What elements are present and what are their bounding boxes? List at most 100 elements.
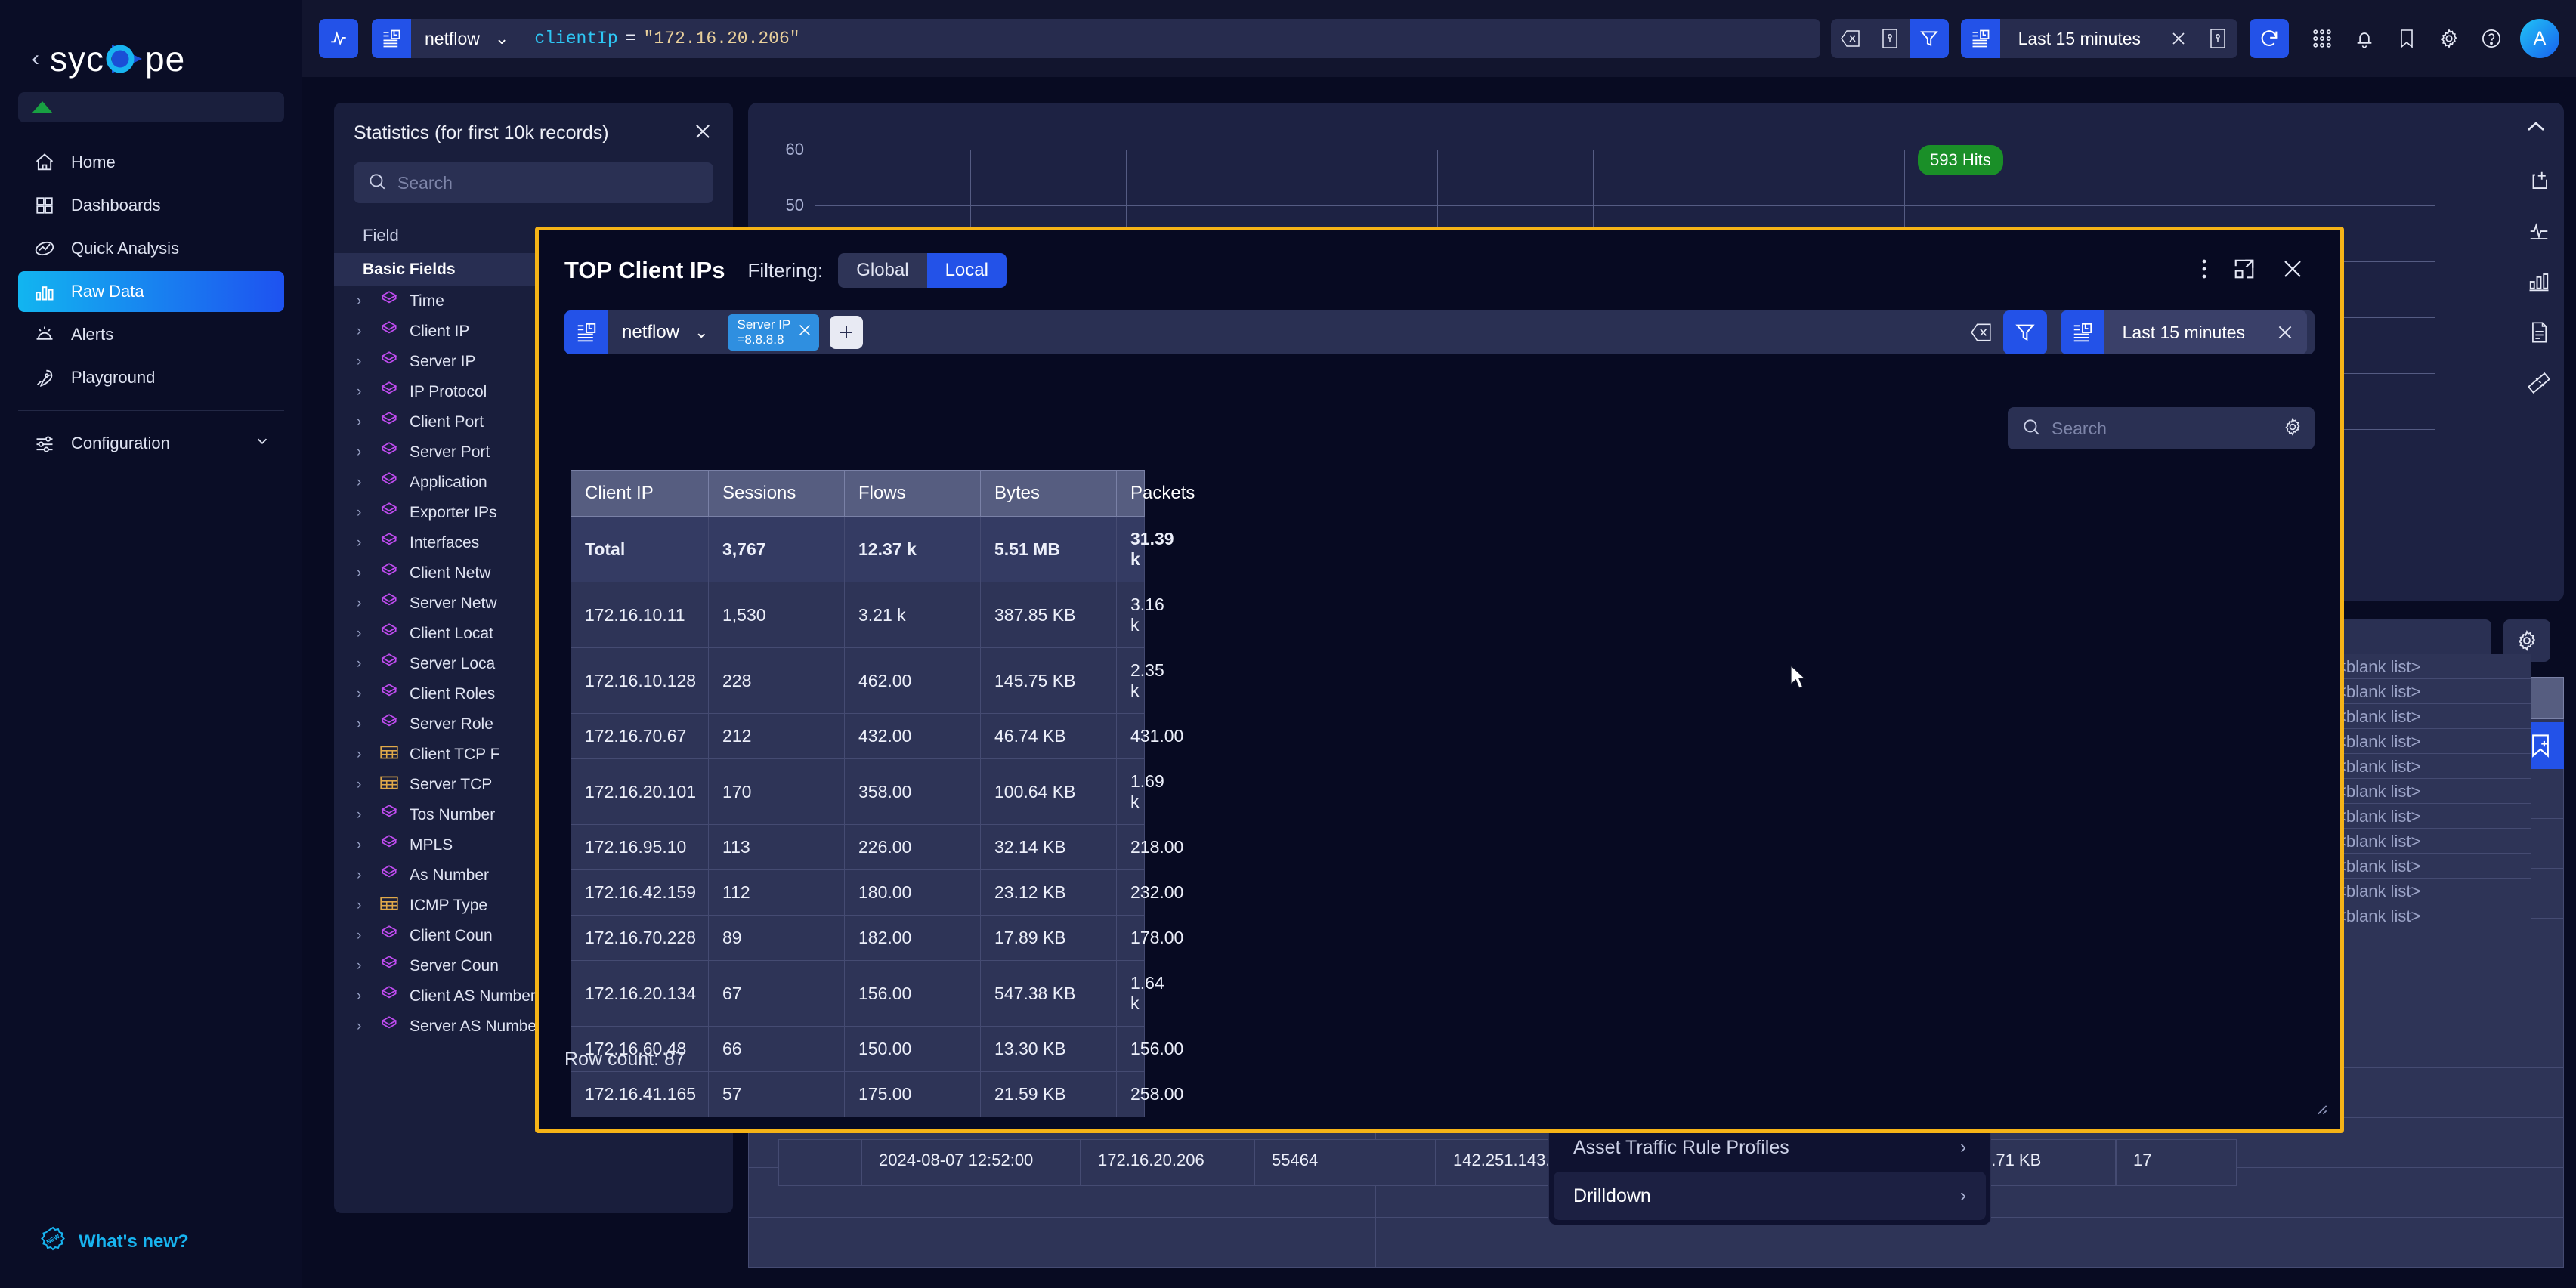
background-table-row[interactable]: 2024-08-07 12:52:00 172.16.20.206 55464 …	[778, 1139, 1602, 1186]
chevron-right-icon[interactable]: ›	[357, 565, 369, 582]
modal-time-range-selector[interactable]: Last 15 minutes	[2060, 310, 2307, 354]
datasource-icon[interactable]	[372, 19, 411, 58]
ruler-icon[interactable]	[2527, 372, 2551, 398]
time-preset-icon[interactable]	[1960, 19, 2000, 58]
chevron-right-icon[interactable]: ›	[357, 444, 369, 461]
chevron-right-icon[interactable]: ›	[357, 535, 369, 551]
table-total-row[interactable]: Total 3,767 12.37 k 5.51 MB 31.39 k	[571, 516, 2309, 582]
chevron-right-icon[interactable]: ›	[357, 837, 369, 854]
resize-grip-icon[interactable]	[2310, 1098, 2330, 1122]
refresh-button[interactable]	[2250, 19, 2289, 58]
document-icon[interactable]	[2528, 321, 2550, 347]
chevron-right-icon[interactable]: ›	[357, 867, 369, 884]
chevron-right-icon[interactable]: ›	[357, 323, 369, 340]
save-icon[interactable]	[1870, 19, 1910, 58]
chevron-right-icon[interactable]: ›	[357, 958, 369, 974]
plus-icon[interactable]	[830, 316, 864, 349]
close-icon[interactable]	[796, 322, 813, 343]
add-widget-icon[interactable]	[2528, 169, 2550, 196]
chevron-down-icon[interactable]: ⌄	[495, 29, 509, 48]
chevron-right-icon[interactable]: ›	[357, 686, 369, 703]
context-menu-item-drilldown[interactable]: Drilldown ›	[1554, 1172, 1986, 1220]
datasource-icon[interactable]	[564, 310, 608, 354]
chevron-down-icon[interactable]: ⌄	[694, 323, 708, 342]
table-row[interactable]: 172.16.70.67 212 432.00 46.74 KB 431.00	[571, 713, 2309, 759]
pulse-icon[interactable]	[2528, 220, 2550, 246]
table-row[interactable]: 172.16.60.48 66 150.00 13.30 KB 156.00	[571, 1026, 2309, 1072]
chevron-right-icon[interactable]: ›	[357, 746, 369, 763]
filtering-option-global[interactable]: Global	[838, 253, 927, 288]
gear-icon[interactable]	[2428, 19, 2470, 58]
sidebar-item-playground[interactable]: Playground	[18, 357, 284, 398]
chevron-left-icon[interactable]: ‹	[32, 48, 39, 70]
chevron-right-icon[interactable]: ›	[357, 928, 369, 944]
sidebar-item-configuration[interactable]: Configuration	[18, 423, 284, 464]
chevron-right-icon[interactable]: ›	[357, 595, 369, 612]
sidebar-item-home[interactable]: Home	[18, 142, 284, 183]
table-row[interactable]: 172.16.20.134 67 156.00 547.38 KB 1.64 k	[571, 960, 2309, 1027]
time-range-selector[interactable]: Last 15 minutes	[1960, 19, 2237, 58]
bookmark-icon[interactable]	[2386, 19, 2428, 58]
table-col-sessions[interactable]: Sessions	[708, 470, 845, 517]
clear-x-icon[interactable]	[1959, 310, 2003, 354]
statistics-search-input[interactable]: Search	[354, 162, 713, 203]
table-col-flows[interactable]: Flows	[844, 470, 981, 517]
bell-icon[interactable]	[2343, 19, 2386, 58]
table-col-packets[interactable]: Packets	[1116, 470, 1195, 517]
chevron-right-icon[interactable]: ›	[357, 1018, 369, 1035]
clear-x-icon[interactable]	[1831, 19, 1870, 58]
chevron-right-icon[interactable]: ›	[357, 505, 369, 521]
table-row[interactable]: 172.16.70.228 89 182.00 17.89 KB 178.00	[571, 915, 2309, 961]
avatar[interactable]: A	[2520, 19, 2559, 58]
table-row[interactable]: 172.16.42.159 112 180.00 23.12 KB 232.00	[571, 869, 2309, 916]
filter-icon[interactable]	[2002, 310, 2047, 354]
chevron-up-icon[interactable]	[2525, 116, 2547, 140]
chevron-right-icon[interactable]: ›	[357, 384, 369, 400]
chevron-right-icon[interactable]: ›	[357, 656, 369, 672]
close-icon[interactable]	[692, 121, 713, 146]
help-circle-icon[interactable]	[2470, 19, 2513, 58]
sidebar-item-alerts[interactable]: Alerts	[18, 314, 284, 355]
table-row[interactable]: 172.16.10.128 228 462.00 145.75 KB 2.35 k	[571, 647, 2309, 714]
table-row[interactable]: 172.16.20.101 170 358.00 100.64 KB 1.69 k	[571, 758, 2309, 825]
filter-pill-server-ip[interactable]: Server IP =8.8.8.8	[728, 314, 820, 351]
save-icon[interactable]	[2198, 19, 2237, 58]
table-col-client-ip[interactable]: Client IP	[571, 470, 709, 517]
gear-icon[interactable]	[2283, 417, 2302, 440]
table-row[interactable]: 172.16.95.10 113 226.00 32.14 KB 218.00	[571, 824, 2309, 870]
sidebar-item-dashboards[interactable]: Dashboards	[18, 185, 284, 226]
filter-icon[interactable]	[1909, 19, 1949, 58]
pulse-button[interactable]	[319, 19, 358, 58]
chevron-right-icon[interactable]: ›	[357, 897, 369, 914]
whats-new-button[interactable]: NEW What's new?	[0, 1225, 302, 1258]
chevron-right-icon[interactable]: ›	[357, 414, 369, 431]
table-row[interactable]: 172.16.10.11 1,530 3.21 k 387.85 KB 3.16 k	[571, 582, 2309, 648]
sidebar-item-raw-data[interactable]: Raw Data	[18, 271, 284, 312]
sidebar-item-label: Alerts	[71, 325, 114, 344]
bar-chart-icon[interactable]	[2528, 270, 2550, 297]
close-icon[interactable]	[2263, 310, 2307, 354]
chevron-right-icon[interactable]: ›	[357, 716, 369, 733]
chevron-right-icon[interactable]: ›	[357, 354, 369, 370]
chevron-right-icon[interactable]: ›	[357, 807, 369, 823]
filtering-option-local[interactable]: Local	[926, 253, 1007, 288]
close-icon[interactable]	[2281, 258, 2304, 284]
expand-icon[interactable]	[2233, 258, 2256, 284]
environment-indicator[interactable]	[18, 92, 284, 122]
time-preset-icon[interactable]	[2060, 310, 2104, 354]
chevron-right-icon[interactable]: ›	[357, 474, 369, 491]
table-cell: 32.14 KB	[980, 824, 1117, 870]
close-icon[interactable]	[2159, 19, 2198, 58]
table-col-bytes[interactable]: Bytes	[980, 470, 1117, 517]
brand-logo[interactable]: ‹ syc pe	[0, 0, 302, 83]
table-row[interactable]: 172.16.41.165 57 175.00 21.59 KB 258.00	[571, 1071, 2309, 1117]
query-bar[interactable]: netflow ⌄ clientIp = "172.16.20.206"	[372, 19, 1820, 58]
chevron-right-icon[interactable]: ›	[357, 625, 369, 642]
apps-grid-icon[interactable]	[2301, 19, 2343, 58]
kebab-menu-icon[interactable]	[2201, 258, 2207, 284]
chevron-right-icon[interactable]: ›	[357, 777, 369, 793]
sidebar-item-quick-analysis[interactable]: Quick Analysis	[18, 228, 284, 269]
chevron-right-icon[interactable]: ›	[357, 988, 369, 1005]
modal-search-input[interactable]: Search	[2008, 407, 2315, 449]
chevron-right-icon[interactable]: ›	[357, 293, 369, 310]
